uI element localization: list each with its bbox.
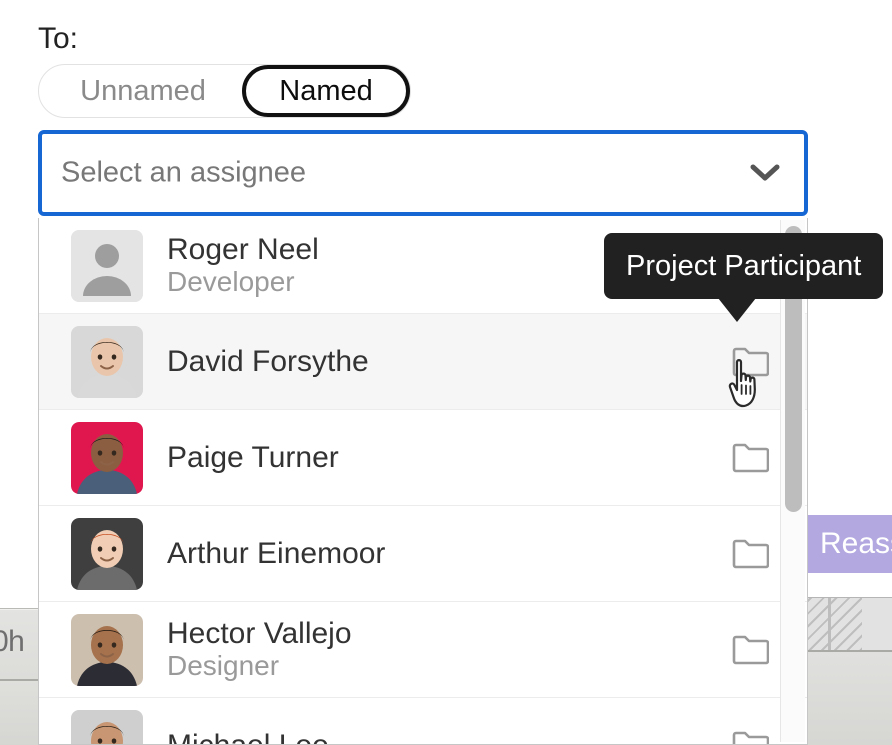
assignee-option-role: Designer bbox=[167, 650, 731, 682]
folder-icon[interactable] bbox=[731, 538, 769, 570]
avatar bbox=[71, 422, 143, 494]
toggle-option-unnamed[interactable]: Unnamed bbox=[43, 65, 243, 117]
reassign-task-bar-label: Reass bbox=[820, 527, 892, 561]
chevron-down-icon[interactable] bbox=[750, 163, 780, 183]
avatar bbox=[71, 326, 143, 398]
avatar bbox=[71, 614, 143, 686]
assignee-option-name: David Forsythe bbox=[167, 345, 731, 379]
assignee-option-text: Arthur Einemoor bbox=[167, 537, 731, 571]
avatar bbox=[71, 710, 143, 745]
gantt-nonworking-hatch bbox=[806, 598, 862, 650]
assignee-picker-screen: 0h Reass To: Unnamed Named Select an ass… bbox=[0, 0, 892, 745]
assignee-option-row[interactable]: Michael Lee bbox=[39, 698, 807, 745]
folder-icon[interactable] bbox=[731, 442, 769, 474]
gantt-duration-label: 0h bbox=[0, 625, 24, 659]
assignee-option-text: Hector VallejoDesigner bbox=[167, 617, 731, 683]
to-label: To: bbox=[38, 22, 78, 56]
assignee-option-row[interactable]: Hector VallejoDesigner bbox=[39, 602, 807, 698]
gantt-hatch-divider bbox=[828, 598, 831, 650]
assignee-select[interactable]: Select an assignee bbox=[38, 130, 808, 216]
tooltip-arrow bbox=[718, 298, 756, 322]
assignee-option-name: Hector Vallejo bbox=[167, 617, 731, 651]
assignee-select-placeholder: Select an assignee bbox=[61, 157, 306, 190]
assignee-option-text: Michael Lee bbox=[167, 729, 731, 745]
assignee-option-name: Michael Lee bbox=[167, 729, 731, 745]
folder-icon[interactable] bbox=[731, 346, 769, 378]
assignee-option-text: David Forsythe bbox=[167, 345, 731, 379]
named-unnamed-toggle[interactable]: Unnamed Named bbox=[38, 64, 411, 118]
toggle-option-named[interactable]: Named bbox=[242, 65, 410, 117]
avatar bbox=[71, 518, 143, 590]
tooltip-label: Project Participant bbox=[626, 250, 861, 283]
folder-icon[interactable] bbox=[731, 634, 769, 666]
assignee-option-name: Arthur Einemoor bbox=[167, 537, 731, 571]
assignee-option-name: Paige Turner bbox=[167, 441, 731, 475]
assignee-option-row[interactable]: Paige Turner bbox=[39, 410, 807, 506]
assignee-option-row[interactable]: David Forsythe bbox=[39, 314, 807, 410]
assignee-option-row[interactable]: Arthur Einemoor bbox=[39, 506, 807, 602]
assignee-option-text: Paige Turner bbox=[167, 441, 731, 475]
reassign-task-bar[interactable]: Reass bbox=[806, 515, 892, 573]
avatar-placeholder-icon bbox=[71, 230, 143, 302]
folder-icon[interactable] bbox=[731, 730, 769, 745]
gantt-right-row-body bbox=[807, 652, 892, 745]
project-participant-tooltip: Project Participant bbox=[604, 233, 883, 299]
